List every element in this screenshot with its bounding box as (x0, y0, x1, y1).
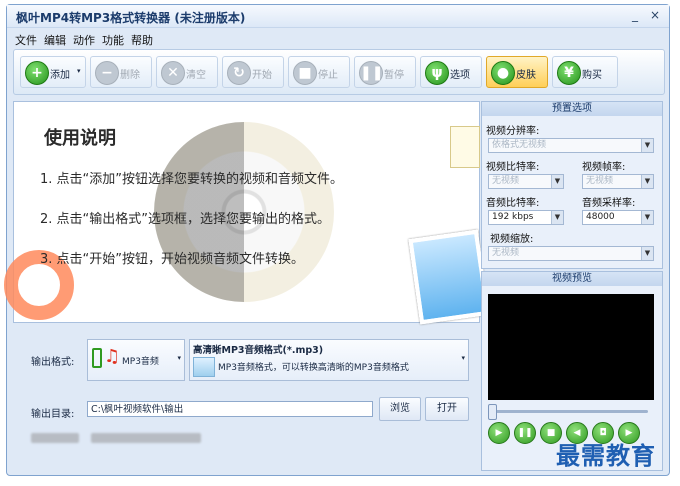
minimize-button[interactable]: _ (627, 8, 643, 22)
output-format-select[interactable]: ♫ MP3音频 ▾ (87, 339, 185, 381)
browse-button[interactable]: 浏览 (379, 397, 421, 421)
video-framerate-select[interactable]: 无视频 ▼ (582, 174, 654, 189)
window-title: 枫叶MP4转MP3格式转换器 (未注册版本) (16, 11, 246, 25)
video-resolution-select[interactable]: 依格式无视频 ▼ (488, 138, 654, 153)
video-framerate-label: 视频帧率: (582, 162, 626, 173)
clear-icon: ✕ (161, 61, 185, 85)
video-preview-title: 视频预览 (482, 272, 662, 286)
app-window: 枫叶MP4转MP3格式转换器 (未注册版本) _ × 文件 编辑 动作 功能 帮… (4, 4, 670, 476)
title-bar[interactable]: 枫叶MP4转MP3格式转换器 (未注册版本) _ × (7, 5, 669, 28)
chevron-down-icon: ▼ (551, 211, 563, 224)
pause-icon: ❚❚ (359, 61, 383, 85)
output-preset-select[interactable]: 高清晰MP3音频格式(*.mp3) MP3音频格式，可以转换高清晰的MP3音频格… (189, 339, 469, 381)
play-icon: ▶ (495, 428, 503, 438)
options-button[interactable]: ψ 选项 (420, 56, 482, 88)
video-bitrate-select[interactable]: 无视频 ▼ (488, 174, 564, 189)
pause-icon: ❚❚ (517, 428, 533, 438)
refresh-icon: ↻ (227, 61, 251, 85)
help-step-2: 2. 点击“输出格式”选项框，选择您要输出的格式。 (40, 212, 331, 227)
menu-edit[interactable]: 编辑 (44, 32, 66, 48)
chevron-down-icon: ▼ (641, 211, 653, 224)
audio-bitrate-select[interactable]: 192 kbps ▼ (488, 210, 564, 225)
play-button[interactable]: ▶ (488, 422, 510, 444)
seek-slider[interactable] (492, 410, 648, 413)
minus-icon: − (95, 61, 119, 85)
seek-slider-thumb[interactable] (488, 404, 497, 420)
tools-icon: ψ (425, 61, 449, 85)
output-panel: 输出格式: ♫ MP3音频 ▾ 高清晰MP3音频格式(*.mp3) MP3音频格… (13, 323, 478, 469)
menu-help[interactable]: 帮助 (131, 32, 153, 48)
output-format-value: MP3音频 (122, 357, 159, 367)
preset-icon (193, 357, 215, 377)
output-dir-label: 输出目录: (31, 409, 75, 420)
clear-button[interactable]: ✕ 清空 (156, 56, 218, 88)
buy-button[interactable]: ¥ 购买 (552, 56, 618, 88)
music-note-icon: ♫ (104, 346, 121, 367)
plus-icon: + (25, 61, 49, 85)
photo-illustration (408, 229, 490, 325)
help-step-1: 1. 点击“添加”按钮选择您要转换的视频和音频文件。 (40, 172, 344, 187)
video-scale-select[interactable]: 无视频 ▼ (488, 246, 654, 261)
delete-button[interactable]: − 删除 (90, 56, 152, 88)
toolbar: + 添加 ▾ − 删除 ✕ 清空 ↻ 开始 ■ 停止 ❚❚ 暂停 ψ 选项 ● (13, 49, 665, 95)
notepad-illustration (450, 126, 480, 168)
menu-action[interactable]: 动作 (73, 32, 95, 48)
open-button[interactable]: 打开 (425, 397, 469, 421)
skin-button[interactable]: ● 皮肤 (486, 56, 548, 88)
audio-samplerate-label: 音频采样率: (582, 198, 636, 209)
cart-icon: ¥ (557, 61, 581, 85)
phone-icon (92, 348, 102, 368)
preset-options-group: 预置选项 视频分辨率: 依格式无视频 ▼ 视频比特率: 视频帧率: 无视频 ▼ 无视… (481, 101, 663, 269)
output-format-label: 输出格式: (31, 357, 75, 368)
preset-options-title: 预置选项 (482, 102, 662, 116)
close-button[interactable]: × (647, 8, 663, 22)
audio-bitrate-label: 音频比特率: (486, 198, 540, 209)
video-bitrate-label: 视频比特率: (486, 162, 540, 173)
preset-title: 高清晰MP3音频格式(*.mp3) (193, 345, 324, 356)
help-title: 使用说明 (44, 128, 116, 149)
video-resolution-label: 视频分辨率: (486, 126, 540, 137)
pause-button[interactable]: ❚❚ 暂停 (354, 56, 416, 88)
preset-description: MP3音频格式，可以转换高清晰的MP3音频格式 (218, 363, 409, 373)
help-step-3: 3. 点击“开始”按钮，开始视频音频文件转换。 (40, 252, 305, 267)
start-button[interactable]: ↻ 开始 (222, 56, 284, 88)
menu-bar: 文件 编辑 动作 功能 帮助 (7, 29, 669, 47)
stop-icon: ■ (293, 61, 317, 85)
stop-button[interactable]: ■ 停止 (288, 56, 350, 88)
chevron-down-icon: ▾ (461, 354, 465, 362)
watermark-text: 最需教育 (556, 441, 656, 470)
chevron-down-icon[interactable]: ▾ (77, 67, 81, 75)
video-scale-label: 视频缩放: (490, 234, 534, 245)
chevron-down-icon: ▾ (177, 354, 181, 362)
output-dir-input[interactable]: C:\枫叶视频软件\输出 (87, 401, 373, 417)
menu-file[interactable]: 文件 (15, 32, 37, 48)
chevron-down-icon: ▼ (641, 139, 653, 152)
apple-icon: ● (491, 61, 515, 85)
pause-preview-button[interactable]: ❚❚ (514, 422, 536, 444)
menu-function[interactable]: 功能 (102, 32, 124, 48)
video-preview-screen (488, 294, 654, 400)
audio-samplerate-select[interactable]: 48000 ▼ (582, 210, 654, 225)
blurred-status-label (31, 433, 79, 443)
file-list-area[interactable]: 使用说明 1. 点击“添加”按钮选择您要转换的视频和音频文件。 2. 点击“输出… (4, 101, 490, 325)
blurred-status-value (91, 433, 201, 443)
chevron-down-icon: ▼ (641, 247, 653, 260)
add-button[interactable]: + 添加 ▾ (20, 56, 86, 88)
stop-icon: ■ (546, 428, 556, 438)
chevron-down-icon: ▼ (641, 175, 653, 188)
chevron-down-icon: ▼ (551, 175, 563, 188)
